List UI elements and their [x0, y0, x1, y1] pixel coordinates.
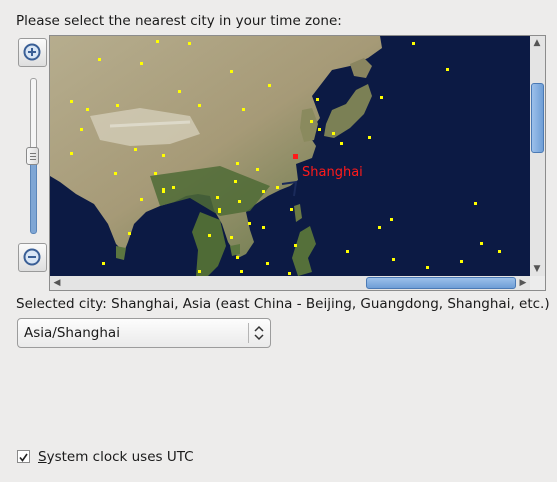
timezone-map[interactable]: Shanghai — [50, 36, 530, 276]
zoom-out-icon — [23, 248, 41, 266]
system-clock-utc-checkbox[interactable] — [17, 450, 30, 463]
map-horizontal-scroll-thumb[interactable] — [366, 277, 516, 289]
map-vertical-scroll-thumb[interactable] — [531, 83, 544, 153]
selected-city-marker — [293, 154, 298, 159]
map-vertical-scrollbar[interactable] — [530, 36, 545, 276]
timezone-select[interactable]: Asia/Shanghai — [17, 318, 271, 348]
zoom-slider-thumb[interactable] — [26, 147, 39, 165]
zoom-in-button[interactable] — [18, 38, 47, 67]
scroll-right-icon[interactable]: ▶ — [516, 276, 530, 290]
zoom-slider-fill — [30, 160, 37, 234]
checkmark-icon — [19, 453, 28, 462]
scroll-left-icon[interactable]: ◀ — [50, 276, 64, 290]
scroll-up-icon[interactable]: ▲ — [530, 36, 544, 50]
system-clock-utc-label[interactable]: System clock uses UTC — [38, 449, 194, 465]
selected-city-label: Selected city: Shanghai, Asia (east Chin… — [16, 296, 550, 312]
timezone-select-value: Asia/Shanghai — [24, 325, 120, 341]
selected-city-map-label: Shanghai — [302, 165, 363, 180]
scroll-down-icon[interactable]: ▼ — [530, 262, 544, 276]
updown-arrow-icon — [254, 325, 264, 341]
timezone-prompt: Please select the nearest city in your t… — [16, 13, 342, 29]
zoom-out-button[interactable] — [18, 243, 47, 272]
zoom-in-icon — [23, 43, 41, 61]
